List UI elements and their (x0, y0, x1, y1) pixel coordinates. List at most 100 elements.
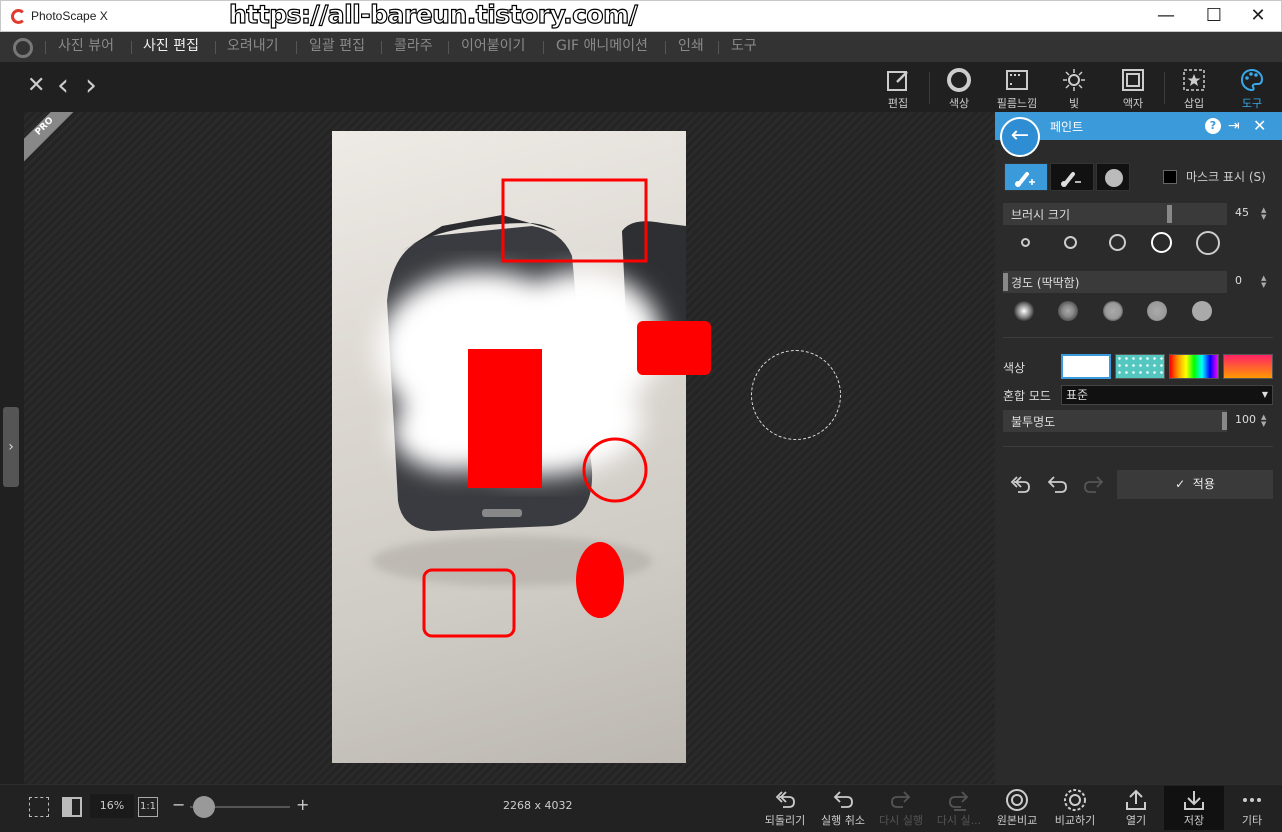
mask-checkbox[interactable] (1163, 170, 1177, 184)
revert-button[interactable]: 되돌리기 (755, 786, 815, 830)
hardness-spinner-icon[interactable]: ▲ ▼ (1261, 275, 1266, 289)
pin-icon[interactable]: ⇥ (1228, 118, 1240, 134)
redo-all-button[interactable]: 다시 실... (929, 786, 989, 830)
original-compare-button[interactable]: 원본비교 (987, 786, 1047, 830)
redo-button[interactable]: 다시 실행 (871, 786, 931, 830)
opacity-value[interactable]: 100 (1235, 413, 1256, 426)
maximize-button[interactable]: ☐ (1191, 3, 1237, 31)
menu-divider (665, 41, 666, 54)
menu-collage[interactable]: 콜라주 (394, 32, 433, 62)
edited-photo[interactable] (332, 131, 686, 763)
menu-photo-editor[interactable]: 사진 편집 (143, 32, 199, 62)
tool-edit[interactable]: 편집 (870, 64, 926, 110)
brush-add-button[interactable] (1004, 163, 1048, 191)
help-icon[interactable]: ? (1205, 118, 1221, 134)
brush-size-preset-4[interactable] (1151, 232, 1172, 253)
split-view-icon[interactable] (62, 797, 82, 817)
menu-cut-out[interactable]: 오려내기 (227, 32, 279, 62)
apply-label: 적용 (1192, 477, 1215, 491)
menu-print[interactable]: 인쇄 (678, 32, 704, 62)
next-photo-icon[interactable]: › (85, 71, 97, 101)
zoom-percent-field[interactable]: 16% (90, 794, 134, 818)
menu-batch-edit[interactable]: 일괄 편집 (309, 32, 365, 62)
swatch-white[interactable] (1061, 354, 1111, 379)
redo-label: 다시 실행 (879, 814, 923, 827)
hardness-preset-5[interactable] (1192, 301, 1212, 321)
hardness-preset-3[interactable] (1103, 301, 1123, 321)
opacity-thumb[interactable] (1222, 412, 1227, 430)
redo-icon[interactable] (1082, 472, 1106, 502)
minimize-button[interactable]: — (1143, 3, 1189, 31)
tool-insert[interactable]: 삽입 (1166, 64, 1222, 110)
tool-tools[interactable]: 도구 (1224, 64, 1280, 110)
select-region-icon[interactable] (29, 797, 49, 817)
revert-all-icon[interactable] (1008, 472, 1032, 502)
open-button[interactable]: 열기 (1106, 786, 1166, 830)
undo-icon[interactable] (1045, 472, 1069, 502)
undo-button[interactable]: 실행 취소 (813, 786, 873, 830)
zoom-slider-thumb[interactable] (193, 796, 215, 818)
brush-erase-button[interactable] (1050, 163, 1094, 191)
hardness-thumb[interactable] (1003, 273, 1008, 291)
watermark-text: https://all-bareun.tistory.com/ (228, 0, 638, 29)
zoom-actual-size-button[interactable]: 1:1 (138, 797, 158, 817)
prev-photo-icon[interactable]: ‹ (57, 71, 69, 101)
close-panel-icon[interactable]: ✕ (1253, 118, 1266, 134)
hardness-preset-1[interactable] (1014, 301, 1034, 321)
app-menu-logo-icon[interactable] (13, 38, 33, 58)
menu-divider (381, 41, 382, 54)
brush-plus-icon (1015, 172, 1035, 187)
brush-size-preset-2[interactable] (1064, 236, 1077, 249)
brush-size-label: 브러시 크기 (1011, 208, 1071, 222)
menu-combine[interactable]: 이어붙이기 (461, 32, 525, 62)
paint-panel-title: 페인트 (1050, 120, 1084, 134)
opacity-spinner-icon[interactable]: ▲ ▼ (1261, 414, 1266, 428)
panel-divider (1003, 446, 1273, 447)
swatch-rainbow[interactable] (1169, 354, 1219, 379)
tool-frame[interactable]: 액자 (1105, 64, 1161, 110)
tool-frame-label: 액자 (1122, 97, 1144, 110)
tool-film-label: 필름느낌 (996, 97, 1038, 110)
hardness-preset-4[interactable] (1147, 301, 1167, 321)
save-label: 저장 (1183, 814, 1205, 827)
more-button[interactable]: 기타 (1222, 786, 1282, 830)
expand-left-panel-button[interactable]: › (3, 407, 19, 487)
brush-size-preset-3[interactable] (1109, 234, 1126, 251)
save-button[interactable]: 저장 (1164, 786, 1224, 830)
zoom-out-icon[interactable]: − (172, 795, 185, 814)
app-logo-icon (11, 9, 26, 24)
blend-mode-select[interactable]: 표준 ▼ (1061, 385, 1273, 405)
tool-color[interactable]: 색상 (931, 64, 987, 110)
brush-size-slider[interactable]: 브러시 크기 (1003, 203, 1227, 225)
tool-film[interactable]: 필름느낌 (989, 64, 1045, 110)
tool-color-label: 색상 (948, 97, 970, 110)
swatch-pattern[interactable] (1115, 354, 1165, 379)
filled-circle-icon (1105, 169, 1123, 187)
brush-size-spinner-icon[interactable]: ▲ ▼ (1261, 207, 1266, 221)
close-window-button[interactable]: ✕ (1235, 3, 1281, 31)
zoom-in-icon[interactable]: + (296, 795, 309, 814)
close-photo-icon[interactable]: ✕ (27, 75, 45, 97)
hardness-slider[interactable]: 경도 (딱딱함) (1003, 271, 1227, 293)
back-arrow-icon[interactable]: ← (1000, 117, 1040, 157)
undo-bottom-icon (833, 791, 853, 808)
swatch-gradient[interactable] (1223, 354, 1273, 379)
edit-pencil-icon (887, 71, 908, 91)
hardness-preset-2[interactable] (1058, 301, 1078, 321)
brush-size-value[interactable]: 45 (1235, 206, 1249, 219)
menu-gif-animation[interactable]: GIF 애니메이션 (556, 32, 648, 62)
brush-size-preset-5[interactable] (1196, 231, 1220, 255)
compare-button[interactable]: 비교하기 (1045, 786, 1105, 830)
redo-all-icon (949, 791, 969, 811)
menu-photo-viewer[interactable]: 사진 뷰어 (58, 32, 114, 62)
brush-size-preset-1[interactable] (1021, 238, 1030, 247)
hardness-value[interactable]: 0 (1235, 274, 1242, 287)
brush-size-thumb[interactable] (1167, 205, 1172, 223)
menu-tools[interactable]: 도구 (731, 32, 757, 62)
menu-divider (131, 41, 132, 54)
frame-icon (1122, 69, 1144, 91)
brush-shape-button[interactable] (1096, 163, 1130, 191)
tool-light[interactable]: 빛 (1046, 64, 1102, 110)
opacity-slider[interactable]: 불투명도 (1003, 410, 1227, 432)
apply-button[interactable]: ✓ 적용 (1117, 470, 1273, 499)
